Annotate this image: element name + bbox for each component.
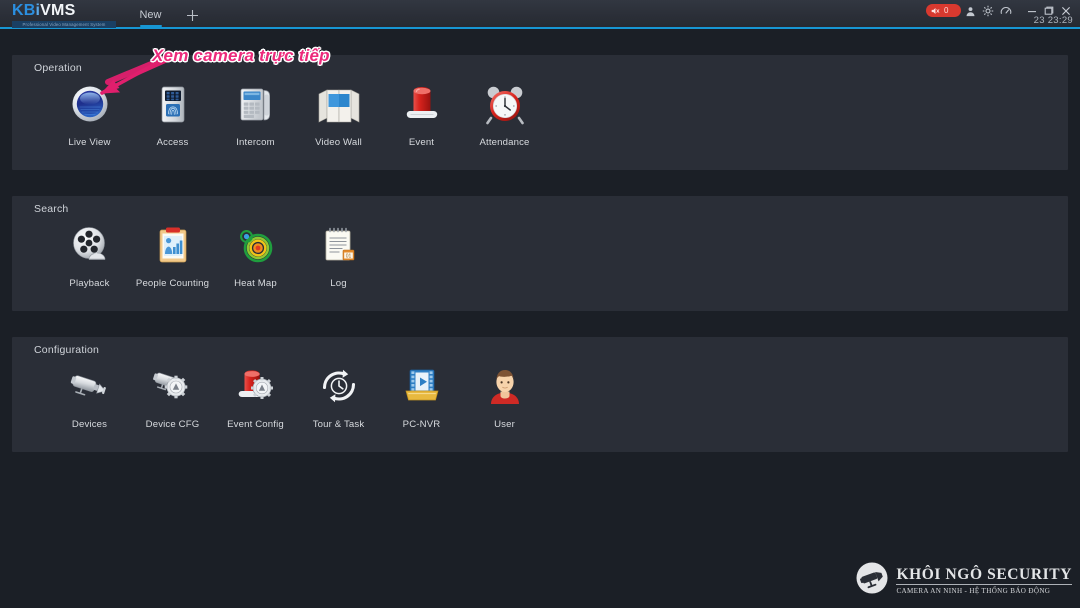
app-tile-label: Access bbox=[156, 137, 189, 148]
logo-vms: VMS bbox=[40, 2, 76, 19]
intercom-phone-icon bbox=[233, 81, 279, 127]
app-tile-devices[interactable]: Devices bbox=[48, 363, 131, 430]
app-tile-label: PC-NVR bbox=[402, 419, 441, 430]
app-tile-label: Intercom bbox=[236, 137, 275, 148]
app-tile-label: Heat Map bbox=[234, 278, 277, 289]
alarm-clock-icon bbox=[482, 81, 528, 127]
camera-gear-icon bbox=[150, 363, 196, 409]
app-tile-people-counting[interactable]: People Counting bbox=[131, 222, 214, 289]
gauge-icon bbox=[1000, 6, 1012, 15]
app-tile-label: People Counting bbox=[135, 278, 210, 289]
app-tile-label: Event Config bbox=[227, 419, 284, 430]
app-tile-label: Device CFG bbox=[145, 419, 200, 430]
watermark: KHÔI NGÔ SECURITY CAMERA AN NINH - HỆ TH… bbox=[855, 561, 1072, 600]
tab-new-label: New bbox=[139, 8, 162, 21]
alarm-count: 0 bbox=[944, 5, 949, 15]
app-tile-label: Live View bbox=[68, 137, 111, 148]
tab-active-indicator bbox=[140, 25, 162, 27]
panel-search-title: Search bbox=[34, 203, 69, 215]
panel-operation: Operation Live View Access Intercom Vide… bbox=[12, 55, 1068, 170]
alarm-light-icon bbox=[399, 81, 445, 127]
clipboard-chart-icon bbox=[150, 222, 196, 268]
video-wall-icon bbox=[316, 81, 362, 127]
app-tile-playback[interactable]: Playback bbox=[48, 222, 131, 289]
panel-search: Search Playback People Counting Heat Map… bbox=[12, 196, 1068, 311]
app-tile-label: Video Wall bbox=[315, 137, 362, 148]
svg-text:01: 01 bbox=[345, 254, 351, 260]
watermark-text: KHÔI NGÔ SECURITY CAMERA AN NINH - HỆ TH… bbox=[896, 566, 1072, 596]
panel-configuration-title: Configuration bbox=[34, 344, 100, 356]
gear-icon[interactable] bbox=[979, 3, 997, 19]
camera-icon bbox=[67, 363, 113, 409]
app-tile-label: Devices bbox=[71, 419, 108, 430]
kbivms-main-window: KBiVMS Professional Video Management Sys… bbox=[0, 0, 1080, 608]
app-logo-text: KBiVMS bbox=[12, 1, 122, 20]
clock: 23 23:29 bbox=[1033, 15, 1073, 26]
app-tile-event[interactable]: Event bbox=[380, 81, 463, 148]
app-tile-pc-nvr[interactable]: PC-NVR bbox=[380, 363, 463, 430]
panel-configuration: Configuration Devices Device CFG Event C… bbox=[12, 337, 1068, 452]
watermark-title: KHÔI NGÔ SECURITY bbox=[896, 565, 1072, 583]
title-bar: KBiVMS Professional Video Management Sys… bbox=[0, 0, 1080, 29]
user-avatar-icon bbox=[482, 363, 528, 409]
log-notepad-icon: 01 bbox=[316, 222, 362, 268]
app-tile-label: Log bbox=[330, 278, 347, 289]
app-tile-attendance[interactable]: Attendance bbox=[463, 81, 546, 148]
app-tile-user[interactable]: User bbox=[463, 363, 546, 430]
app-tile-event-config[interactable]: Event Config bbox=[214, 363, 297, 430]
app-tile-label: Tour & Task bbox=[312, 419, 365, 430]
watermark-subtitle: CAMERA AN NINH - HỆ THỐNG BÁO ĐỘNG bbox=[896, 586, 1051, 595]
user-icon[interactable] bbox=[961, 3, 979, 19]
app-tile-label: Playback bbox=[69, 278, 110, 289]
alarm-indicator[interactable]: 0 bbox=[926, 4, 961, 17]
plus-icon bbox=[186, 9, 198, 21]
app-tile-heat-map[interactable]: Heat Map bbox=[214, 222, 297, 289]
tour-task-icon bbox=[316, 363, 362, 409]
add-tab-button[interactable] bbox=[181, 5, 203, 25]
app-tile-device-cfg[interactable]: Device CFG bbox=[131, 363, 214, 430]
panel-operation-title: Operation bbox=[34, 62, 82, 74]
app-logo-tagline: Professional Video Management System bbox=[12, 21, 116, 28]
heat-map-icon bbox=[233, 222, 279, 268]
app-tile-video-wall[interactable]: Video Wall bbox=[297, 81, 380, 148]
app-tile-label: User bbox=[494, 419, 515, 430]
app-tile-label: Attendance bbox=[479, 137, 530, 148]
dashboard-icon[interactable] bbox=[997, 3, 1015, 19]
settings-gear-icon bbox=[982, 5, 994, 17]
pc-nvr-icon bbox=[399, 363, 445, 409]
configuration-grid: Devices Device CFG Event Config Tour & T… bbox=[48, 363, 546, 430]
person-icon bbox=[966, 6, 974, 16]
app-tile-label: Event bbox=[408, 137, 435, 148]
annotation-text: Xem camera trực tiếp bbox=[152, 46, 330, 65]
cctv-camera-logo-icon bbox=[855, 561, 889, 600]
film-reel-icon bbox=[67, 222, 113, 268]
alarm-gear-icon bbox=[233, 363, 279, 409]
search-grid: Playback People Counting Heat Map 01 Log bbox=[48, 222, 380, 289]
logo-kb: KB bbox=[12, 2, 36, 19]
mute-icon bbox=[931, 7, 940, 14]
app-tile-tour-task[interactable]: Tour & Task bbox=[297, 363, 380, 430]
app-tile-intercom[interactable]: Intercom bbox=[214, 81, 297, 148]
app-tile-log[interactable]: 01 Log bbox=[297, 222, 380, 289]
app-logo: KBiVMS Professional Video Management Sys… bbox=[12, 1, 122, 28]
watermark-divider bbox=[896, 584, 1072, 585]
